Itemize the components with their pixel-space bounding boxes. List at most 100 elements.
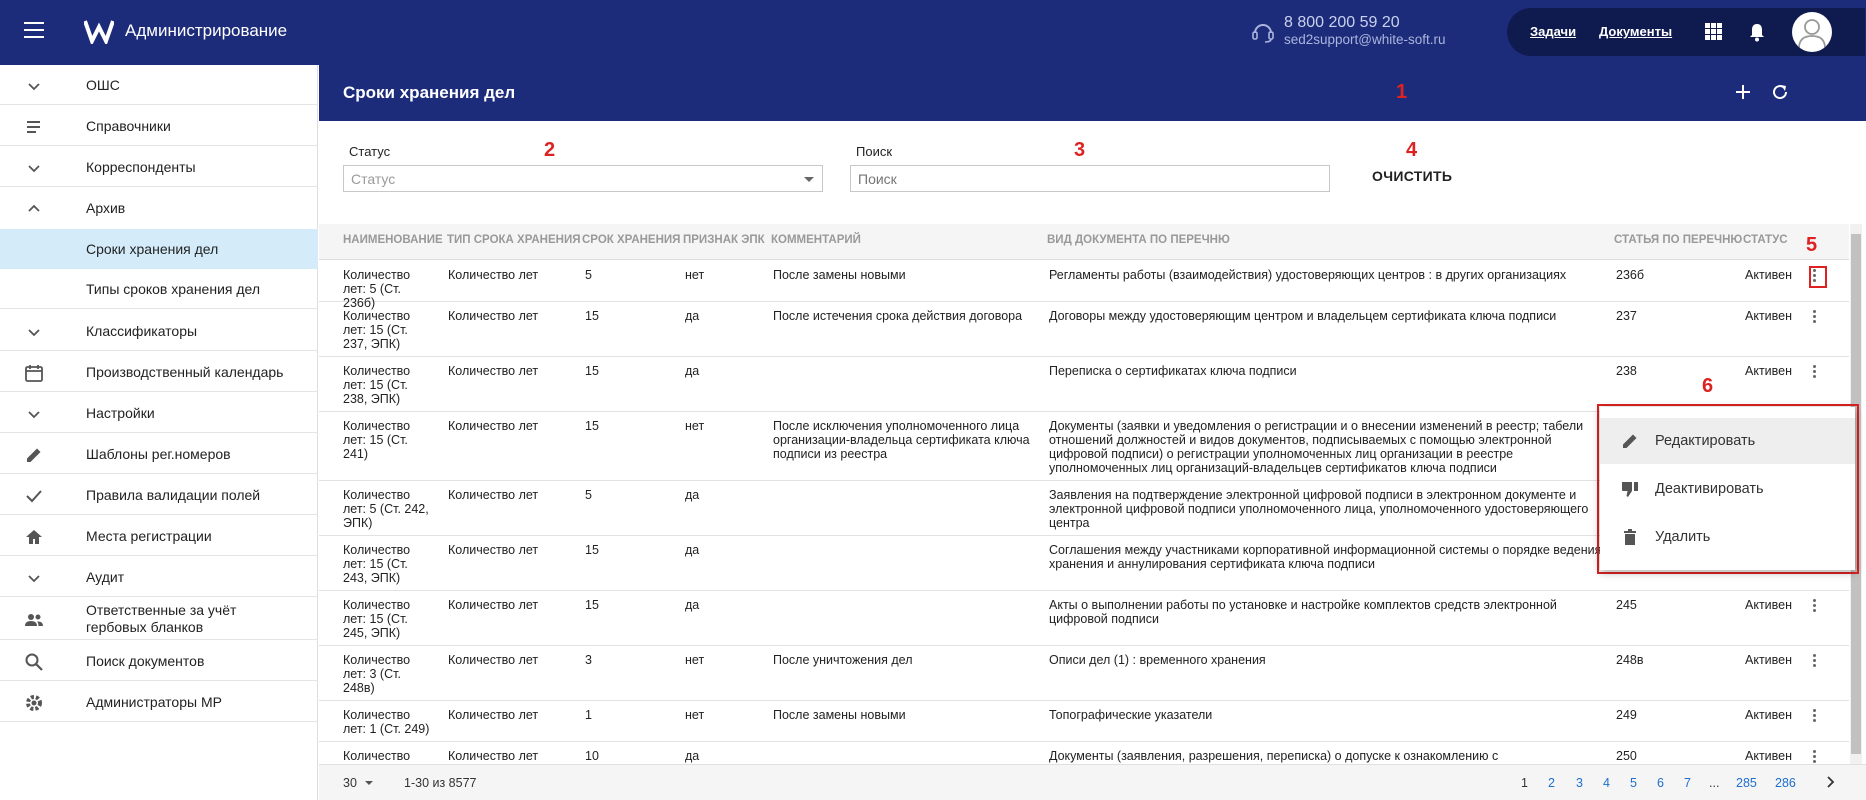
gear-icon xyxy=(26,695,42,711)
cell-epk: да xyxy=(685,749,700,763)
home-icon xyxy=(26,530,42,544)
annotation-marker-6: 6 xyxy=(1702,375,1714,397)
sidebar-item-document-search[interactable]: Поиск документов xyxy=(0,641,318,681)
page-link[interactable]: 286 xyxy=(1775,776,1796,790)
sidebar-item-admins[interactable]: Администраторы МР xyxy=(0,682,318,722)
sidebar-item-calendar[interactable]: Производственный календарь xyxy=(0,352,318,392)
sidebar-item-reg-templates[interactable]: Шаблоны рег.номеров xyxy=(0,434,318,474)
menu-item-edit[interactable]: Редактировать xyxy=(1600,418,1855,464)
cell-article: 248в xyxy=(1616,653,1644,667)
cell-term: 5 xyxy=(585,268,592,282)
cell-status: Активен xyxy=(1745,749,1793,763)
cell-doc-type: Топографические указатели xyxy=(1049,708,1213,722)
page-size-select[interactable]: 30 xyxy=(343,776,357,790)
apps-icon[interactable] xyxy=(1705,23,1722,40)
page-link[interactable]: 6 xyxy=(1657,776,1664,790)
clear-button[interactable]: ОЧИСТИТЬ xyxy=(1372,168,1452,184)
more-vert-icon[interactable] xyxy=(1813,750,1817,764)
sidebar-item-label: Сроки хранения дел xyxy=(86,241,219,257)
table-row[interactable]: Количество лет: 15 (Ст. 245, ЭПК) Количе… xyxy=(319,591,1849,646)
table-footer: 30 1-30 из 8577 1 2 3 4 5 6 7 ... 285 28… xyxy=(319,764,1866,800)
sidebar-item-storage-terms[interactable]: Сроки хранения дел xyxy=(0,229,318,269)
column-header-epk[interactable]: ПРИЗНАК ЭПК xyxy=(683,234,765,246)
cell-status: Активен xyxy=(1745,653,1793,667)
sidebar-item-storage-term-types[interactable]: Типы сроков хранения дел xyxy=(0,269,318,309)
chevron-down-icon xyxy=(28,83,40,91)
bell-icon[interactable] xyxy=(1749,22,1765,42)
status-select[interactable]: Статус xyxy=(343,165,823,192)
table-row[interactable]: Количество лет: 5 (Ст. 236б) Количество … xyxy=(319,261,1849,310)
more-vert-icon[interactable] xyxy=(1813,654,1817,668)
add-icon[interactable] xyxy=(1733,82,1753,102)
cell-term: 15 xyxy=(585,364,599,378)
column-header-article[interactable]: СТАТЬЯ ПО ПЕРЕЧНЮ xyxy=(1614,234,1742,246)
sidebar-item-stamp-blanks[interactable]: Ответственные за учёт гербовых бланков xyxy=(0,598,318,640)
sidebar-item-label: Администраторы МР xyxy=(86,694,222,710)
annotation-marker-1: 1 xyxy=(1396,81,1408,103)
column-header-comment[interactable]: КОММЕНТАРИЙ xyxy=(771,234,861,246)
column-header-doc-type[interactable]: ВИД ДОКУМЕНТА ПО ПЕРЕЧНЮ xyxy=(1047,234,1230,246)
sidebar-item-label: Поиск документов xyxy=(86,653,205,669)
chevron-down-icon[interactable] xyxy=(365,781,373,785)
table-row[interactable]: Количество Количество лет 10 да Документ… xyxy=(319,742,1849,764)
page-link[interactable]: 7 xyxy=(1684,776,1691,790)
more-vert-icon[interactable] xyxy=(1813,709,1817,723)
table-row[interactable]: Количество лет: 1 (Ст. 249) Количество л… xyxy=(319,701,1849,742)
sidebar: ОШС Справочники Корреспонденты Архив Сро… xyxy=(0,65,318,800)
more-vert-icon[interactable] xyxy=(1813,365,1817,379)
table-row[interactable]: Количество лет: 15 (Ст. 237, ЭПК) Количе… xyxy=(319,302,1849,357)
cell-term-type: Количество лет xyxy=(448,749,539,763)
cell-name: Количество лет: 15 (Ст. 241) xyxy=(343,419,411,461)
sidebar-item-audit[interactable]: Аудит xyxy=(0,557,318,597)
tasks-link[interactable]: Задачи xyxy=(1530,24,1576,39)
page-link[interactable]: 1 xyxy=(1521,776,1528,790)
chevron-up-icon xyxy=(28,204,40,212)
menu-item-delete[interactable]: Удалить xyxy=(1600,514,1855,560)
page-link[interactable]: 3 xyxy=(1576,776,1583,790)
search-icon xyxy=(25,653,43,671)
chevron-right-icon[interactable] xyxy=(1823,775,1837,789)
cell-term: 15 xyxy=(585,598,599,612)
avatar[interactable] xyxy=(1792,12,1832,52)
search-filter-label: Поиск xyxy=(856,144,893,159)
cell-article: 245 xyxy=(1616,598,1637,612)
cell-name: Количество лет: 15 (Ст. 245, ЭПК) xyxy=(343,598,411,640)
column-header-term-type[interactable]: ТИП СРОКА ХРАНЕНИЯ xyxy=(447,234,581,246)
more-vert-icon[interactable] xyxy=(1813,310,1817,324)
page-link[interactable]: 4 xyxy=(1603,776,1610,790)
cell-name: Количество лет: 15 (Ст. 238, ЭПК) xyxy=(343,364,411,406)
column-header-term[interactable]: СРОК ХРАНЕНИЯ xyxy=(582,234,680,246)
cell-epk: да xyxy=(685,364,700,378)
menu-item-label: Редактировать xyxy=(1655,433,1756,449)
sidebar-item-settings[interactable]: Настройки xyxy=(0,393,318,433)
cell-status: Активен xyxy=(1745,364,1793,378)
menu-icon[interactable] xyxy=(24,22,44,40)
sidebar-item-validation-rules[interactable]: Правила валидации полей xyxy=(0,475,318,515)
page-link[interactable]: 2 xyxy=(1548,776,1555,790)
search-input[interactable] xyxy=(850,165,1330,192)
calendar-icon xyxy=(25,365,43,382)
sidebar-item-correspondents[interactable]: Корреспонденты xyxy=(0,147,318,187)
row-context-menu: Редактировать Деактивировать Удалить xyxy=(1600,407,1855,570)
sidebar-item-references[interactable]: Справочники xyxy=(0,106,318,146)
sidebar-item-registration-places[interactable]: Места регистрации xyxy=(0,516,318,556)
refresh-icon[interactable] xyxy=(1770,82,1790,102)
annotation-highlight-5 xyxy=(1809,266,1827,288)
sidebar-item-classifiers[interactable]: Классификаторы xyxy=(0,311,318,351)
sidebar-item-label: Ответственные за учёт гербовых бланков xyxy=(86,602,237,635)
column-header-name[interactable]: НАИМЕНОВАНИЕ xyxy=(343,234,443,246)
page-link[interactable]: 285 xyxy=(1736,776,1757,790)
sidebar-item-archive[interactable]: Архив xyxy=(0,188,318,228)
page-link[interactable]: 5 xyxy=(1630,776,1637,790)
sidebar-item-oshs[interactable]: ОШС xyxy=(0,65,318,105)
people-icon xyxy=(25,614,43,626)
menu-item-deactivate[interactable]: Деактивировать xyxy=(1600,466,1855,512)
column-header-status[interactable]: СТАТУС xyxy=(1743,234,1788,246)
sidebar-item-label: ОШС xyxy=(86,77,120,93)
pencil-icon xyxy=(27,448,41,462)
table-row[interactable]: Количество лет: 3 (Ст. 248в) Количество … xyxy=(319,646,1849,701)
cell-doc-type: Переписка о сертификатах ключа подписи xyxy=(1049,364,1297,378)
documents-link[interactable]: Документы xyxy=(1599,24,1672,39)
more-vert-icon[interactable] xyxy=(1813,599,1817,613)
cell-term: 15 xyxy=(585,419,599,433)
